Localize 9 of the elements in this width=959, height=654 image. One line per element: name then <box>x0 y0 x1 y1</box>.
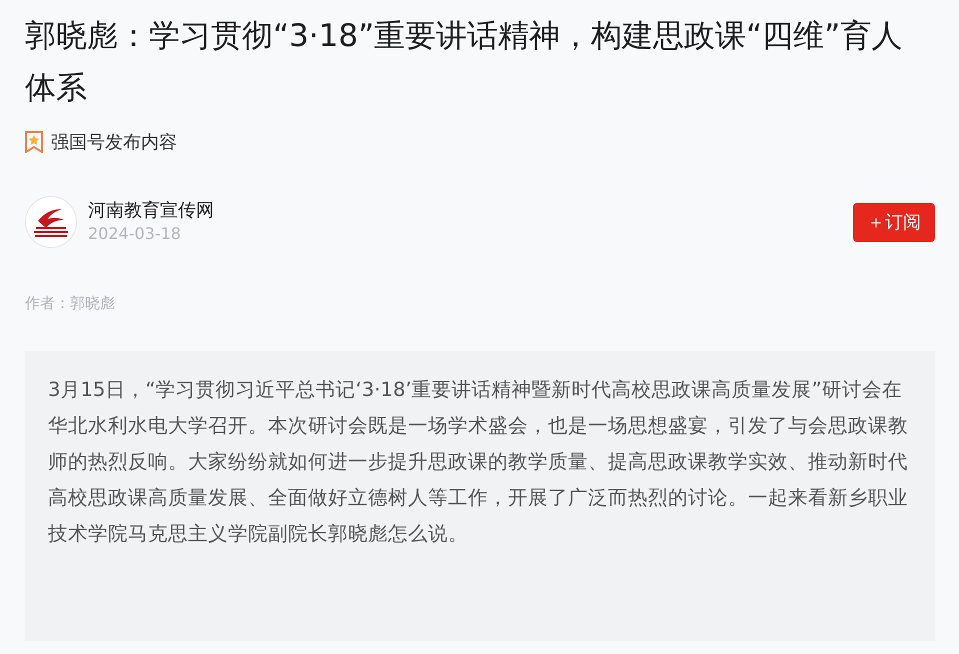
publish-date: 2024-03-18 <box>88 223 182 245</box>
author-line: 作者：郭晓彪 <box>25 294 116 313</box>
source-tag: 强国号发布内容 <box>51 130 177 154</box>
article-title: 郭晓彪：学习贯彻“3·18”重要讲话精神，构建思政课“四维”育人体系 <box>25 17 904 108</box>
subscribe-button[interactable]: ＋订阅 <box>853 202 935 242</box>
publisher-name[interactable]: 河南教育宣传网 <box>88 199 853 223</box>
bookmark-star-icon <box>25 131 43 153</box>
publisher-logo[interactable] <box>25 196 77 248</box>
summary-text: 3月15日，“学习贯彻习近平总书记‘3·18’重要讲话精神暨新时代高校思政课高质量发展”研讨会在华北水利水电大学召开。本次研讨会既是一场学术盛会，也是一场思想盛宴，引发了与会思政课教师的热烈反响。大家纷纷就如何进一步提升思政课的教学质量、提高思政课教学实效、推动新时代高校思政课高质量发展、全面做好立德树人等工作，开展了广泛而热烈的讨论。一起来看新乡职业技术学院马克思主义学院副院长郭晓彪怎么说。 <box>48 377 909 547</box>
